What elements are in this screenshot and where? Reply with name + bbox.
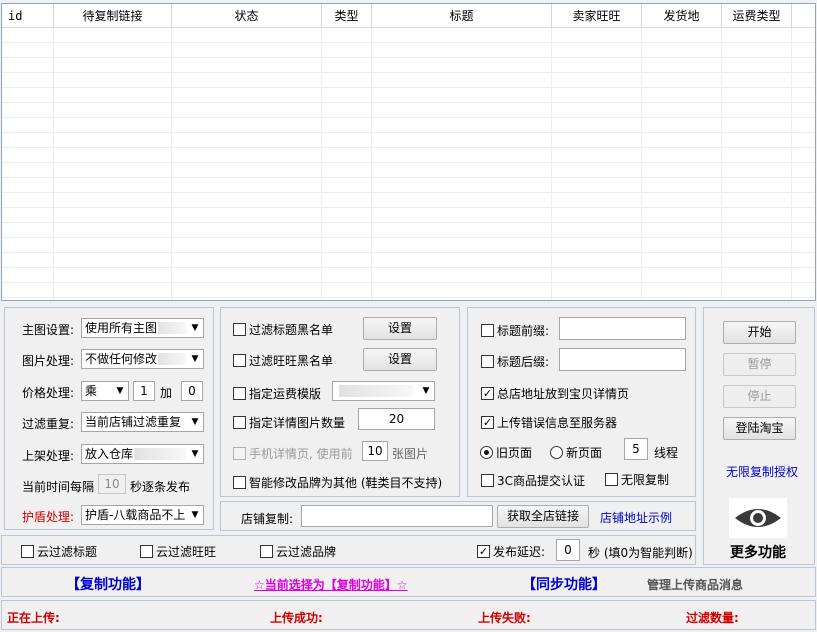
3c-cert-checkbox[interactable]: 3C商品提交认证 (481, 472, 585, 489)
upload-success-label: 上传成功: (270, 611, 323, 625)
upload-errors-checkbox[interactable]: ✓ 上传错误信息至服务器 (481, 414, 617, 431)
cloud-filter-title-checkbox[interactable]: 云过滤标题 (21, 543, 97, 560)
price-op-select[interactable]: 乘 ▼ (81, 381, 129, 401)
price-add-label: 加 (160, 386, 173, 400)
new-page-radio[interactable]: 新页面 (550, 444, 602, 461)
interval-suffix: 秒逐条发布 (130, 480, 191, 494)
col-origin[interactable]: 发货地 (642, 4, 722, 27)
filtered-count-label: 过滤数量: (686, 611, 739, 625)
shop-url-example-link[interactable]: 店铺地址示例 (600, 509, 672, 526)
upload-messages-link[interactable]: 管理上传商品消息 (647, 576, 743, 593)
freight-template-select[interactable]: ▼ (332, 381, 435, 401)
shop-url-input[interactable] (301, 505, 493, 527)
col-seller[interactable]: 卖家旺旺 (552, 4, 642, 27)
dedupe-select[interactable]: 当前店铺过滤重复 ▼ (81, 412, 204, 432)
image-proc-select[interactable]: 不做任何修改 ▼ (81, 349, 204, 369)
control-panel: 开始 暂停 停止 登陆淘宝 无限复制授权 更多功能 (703, 307, 815, 565)
chevron-down-icon: ▼ (418, 382, 434, 400)
col-type[interactable]: 类型 (322, 4, 372, 27)
interval-input[interactable]: 10 (98, 474, 126, 494)
chevron-down-icon: ▼ (187, 319, 203, 337)
chevron-down-icon: ▼ (187, 445, 203, 463)
smart-brand-checkbox[interactable]: 智能修改品牌为其他 (鞋类目不支持) (233, 474, 442, 491)
cloud-filter-bar: 云过滤标题 云过滤旺旺 云过滤品牌 ✓ 发布延迟: 0 秒 (填0为智能判断) (1, 535, 696, 565)
uploading-label: 正在上传: (7, 611, 60, 625)
publish-delay-suffix: 秒 (填0为智能判断) (588, 546, 693, 560)
price-label: 价格处理: (22, 386, 75, 400)
settings-panel: 主图设置: 使用所有主图 ▼ 图片处理: 不做任何修改 ▼ 价格处理: 乘 ▼ … (4, 307, 214, 530)
items-grid[interactable]: id 待复制链接 状态 类型 标题 卖家旺旺 发货地 运费类型 (1, 3, 816, 301)
copy-function-tab[interactable]: 【复制功能】 (66, 574, 150, 594)
title-blacklist-checkbox[interactable]: 过滤标题黑名单 (233, 321, 333, 338)
mobile-detail-checkbox[interactable]: 手机详情页, 使用前 (233, 445, 353, 462)
shield-select[interactable]: 护盾-八载商品不上 ▼ (81, 505, 204, 525)
shop-copy-row: 店铺复制: 获取全店链接 店铺地址示例 (220, 501, 696, 531)
sync-function-tab[interactable]: 【同步功能】 (522, 574, 606, 594)
pause-button[interactable]: 暂停 (723, 353, 796, 376)
fetch-shop-links-button[interactable]: 获取全店链接 (497, 505, 589, 528)
chevron-down-icon: ▼ (112, 382, 128, 400)
detail-image-count-input[interactable]: 20 (358, 408, 435, 430)
main-image-select[interactable]: 使用所有主图 ▼ (81, 318, 204, 338)
title-prefix-checkbox[interactable]: 标题前缀: (481, 322, 549, 339)
chevron-down-icon: ▼ (187, 413, 203, 431)
chevron-down-icon: ▼ (187, 350, 203, 368)
listing-label: 上架处理: (22, 449, 75, 463)
threads-input[interactable]: 5 (624, 438, 648, 460)
grid-body[interactable] (2, 28, 815, 300)
publish-delay-checkbox[interactable]: ✓ 发布延迟: (477, 543, 545, 560)
cloud-filter-wangwang-checkbox[interactable]: 云过滤旺旺 (140, 543, 216, 560)
more-functions-button[interactable]: 更多功能 (730, 542, 786, 562)
grid-header: id 待复制链接 状态 类型 标题 卖家旺旺 发货地 运费类型 (2, 4, 815, 28)
stop-button[interactable]: 停止 (723, 385, 796, 408)
eye-icon[interactable] (729, 498, 787, 538)
col-freight[interactable]: 运费类型 (722, 4, 792, 27)
title-suffix-checkbox[interactable]: 标题后缀: (481, 353, 549, 370)
shield-label: 护盾处理: (22, 510, 75, 524)
col-status[interactable]: 状态 (172, 4, 322, 27)
dedupe-label: 过滤重复: (22, 417, 75, 431)
wangwang-blacklist-settings-button[interactable]: 设置 (363, 348, 437, 371)
function-bar: 【复制功能】 ☆当前选择为【复制功能】☆ 【同步功能】 管理上传商品消息 (1, 567, 816, 597)
current-mode-label[interactable]: ☆当前选择为【复制功能】☆ (254, 576, 408, 593)
listing-select[interactable]: 放入仓库 ▼ (81, 444, 204, 464)
title-prefix-input[interactable] (559, 317, 686, 340)
interval-prefix: 当前时间每隔 (22, 480, 95, 494)
upload-fail-label: 上传失败: (478, 611, 531, 625)
threads-label: 线程 (654, 446, 679, 460)
old-page-radio[interactable]: 旧页面 (480, 444, 532, 461)
login-taobao-button[interactable]: 登陆淘宝 (723, 417, 796, 440)
col-title[interactable]: 标题 (372, 4, 552, 27)
image-proc-label: 图片处理: (22, 354, 75, 368)
mobile-detail-suffix: 张图片 (392, 447, 429, 461)
title-blacklist-settings-button[interactable]: 设置 (363, 317, 437, 340)
unlimited-copy-checkbox[interactable]: 无限复制 (605, 471, 669, 488)
license-link[interactable]: 无限复制授权 (726, 463, 798, 480)
wangwang-blacklist-checkbox[interactable]: 过滤旺旺黑名单 (233, 352, 333, 369)
title-panel: 标题前缀: 标题后缀: ✓ 总店地址放到宝贝详情页 ✓ 上传错误信息至服务器 旧页面… (467, 307, 696, 497)
shop-copy-label: 店铺复制: (241, 512, 294, 526)
shop-address-checkbox[interactable]: ✓ 总店地址放到宝贝详情页 (481, 385, 629, 402)
publish-delay-input[interactable]: 0 (556, 539, 580, 561)
filter-panel: 过滤标题黑名单 设置 过滤旺旺黑名单 设置 指定运费模版 ▼ 指定详情图片数量 … (220, 307, 460, 497)
start-button[interactable]: 开始 (723, 321, 796, 344)
cloud-filter-brand-checkbox[interactable]: 云过滤品牌 (260, 543, 336, 560)
chevron-down-icon: ▼ (187, 506, 203, 524)
price-add-input[interactable]: 0 (181, 381, 203, 401)
price-multiplier-input[interactable]: 1 (133, 381, 155, 401)
title-suffix-input[interactable] (559, 348, 686, 371)
main-image-label: 主图设置: (22, 323, 75, 337)
detail-image-count-checkbox[interactable]: 指定详情图片数量 (233, 414, 345, 431)
col-id[interactable]: id (2, 4, 54, 27)
col-copy-link[interactable]: 待复制链接 (54, 4, 172, 27)
mobile-detail-input[interactable]: 10 (362, 441, 388, 461)
freight-template-checkbox[interactable]: 指定运费模版 (233, 385, 321, 402)
status-bar: 正在上传: 上传成功: 上传失败: 过滤数量: (1, 600, 816, 630)
